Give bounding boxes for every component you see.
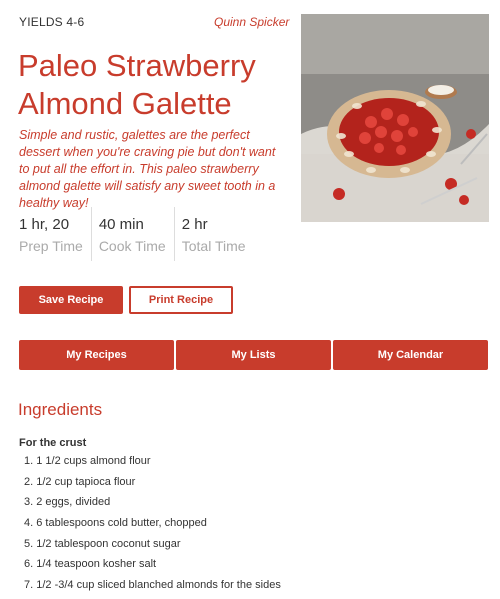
recipe-nav: My Recipes My Lists My Calendar xyxy=(19,340,488,370)
ingredient-item: 5. 1/2 tablespoon coconut sugar xyxy=(24,537,181,550)
ingredient-item: 6. 1/4 teaspoon kosher salt xyxy=(24,558,157,571)
yields-label: YIELDS 4-6 xyxy=(19,15,85,29)
ingredient-item: 4. 6 tablespoons cold butter, chopped xyxy=(24,517,207,530)
prep-time-value: 1 hr, 20 xyxy=(19,216,70,233)
ingredients-heading: Ingredients xyxy=(18,400,103,419)
ingredient-list: 1. 1 1/2 cups almond flour 2. 1/2 cup ta… xyxy=(24,454,281,599)
cook-time-label: Cook Time xyxy=(98,238,166,254)
recipe-title: Paleo Strawberry Almond Galette xyxy=(18,48,256,121)
ingredient-item: 1. 1 1/2 cups almond flour xyxy=(24,455,151,467)
prep-time-label: Prep Time xyxy=(19,238,83,254)
total-time-value: 2 hr xyxy=(181,216,208,233)
my-lists-button[interactable]: My Lists xyxy=(176,340,331,370)
ingredients-section-title: For the crust xyxy=(19,437,87,449)
my-calendar-button[interactable]: My Calendar xyxy=(333,340,488,370)
print-recipe-button[interactable]: Print Recipe xyxy=(129,286,233,314)
recipe-times: 1 hr, 20 Prep Time 40 min Cook Time 2 hr… xyxy=(19,207,254,261)
total-time-label: Total Time xyxy=(181,238,246,254)
my-recipes-button[interactable]: My Recipes xyxy=(19,340,174,370)
cook-time-value: 40 min xyxy=(98,216,144,233)
prep-time: 1 hr, 20 Prep Time xyxy=(19,207,91,261)
recipe-description: Simple and rustic, galettes are the perf… xyxy=(19,128,276,210)
total-time: 2 hr Total Time xyxy=(173,207,254,261)
author-link[interactable]: Quinn Spicker xyxy=(214,15,289,29)
ingredient-item: 2. 1/2 cup tapioca flour xyxy=(24,475,136,488)
ingredient-item: 7. 1/2 -3/4 cup sliced blanched almonds … xyxy=(24,579,281,592)
save-recipe-button[interactable]: Save Recipe xyxy=(19,286,123,314)
ingredient-item: 3. 2 eggs, divided xyxy=(24,496,111,509)
recipe-photo xyxy=(301,14,489,222)
cook-time: 40 min Cook Time xyxy=(90,207,174,261)
